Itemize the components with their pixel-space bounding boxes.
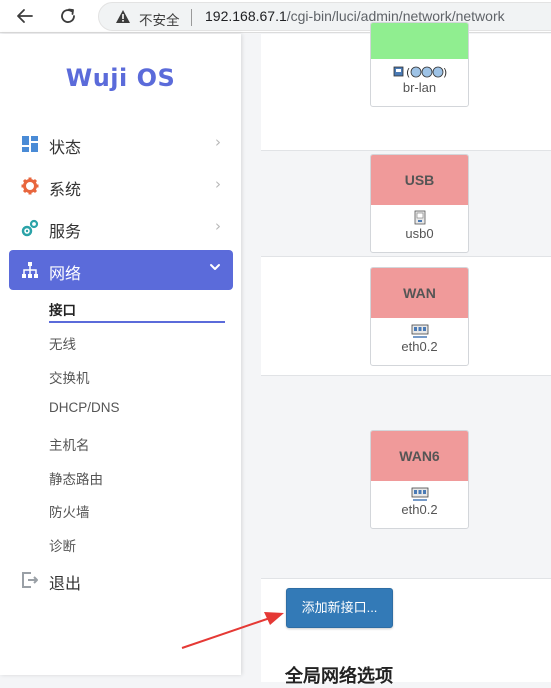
sidebar-item-system[interactable]: 系统 › [9, 166, 233, 206]
insecure-label: 不安全 [139, 13, 180, 28]
gear-icon [21, 177, 39, 195]
active-submenu-indicator [49, 321, 225, 323]
sidebar-item-logout[interactable]: 退出 [9, 560, 233, 600]
submenu-item-diagnostics[interactable]: 诊断 [49, 535, 76, 555]
address-separator [191, 9, 192, 26]
url-host: 192.168.67.1 [205, 8, 287, 24]
bridge-icon: ( ) [393, 66, 447, 79]
reload-button[interactable] [55, 4, 81, 28]
chevron-down-icon [209, 261, 221, 277]
dashboard-icon [22, 136, 38, 152]
svg-text:(: ( [406, 66, 410, 79]
device-label: eth0.2 [401, 502, 438, 517]
interface-name [371, 23, 468, 59]
global-options-section: 全局网络选项 [261, 652, 551, 686]
submenu-item-firewall[interactable]: 防火墙 [49, 501, 90, 521]
submenu-item-dhcp-dns[interactable]: DHCP/DNS [49, 400, 120, 415]
add-interface-button[interactable]: 添加新接口... [286, 588, 393, 628]
network-icon [22, 262, 38, 278]
sidebar-item-label: 退出 [49, 576, 82, 593]
ethernet-port-icon [411, 324, 428, 338]
global-options-title: 全局网络选项 [285, 666, 393, 686]
interface-name: WAN [371, 268, 468, 318]
interface-card-wan[interactable]: WAN eth0.2 [370, 267, 469, 366]
interface-device: usb0 [371, 210, 468, 252]
submenu-item-interfaces[interactable]: 接口 [49, 299, 76, 319]
chevron-right-icon: › [215, 217, 221, 235]
interface-name: USB [371, 155, 468, 205]
logout-icon [22, 572, 38, 588]
reload-icon [61, 8, 75, 23]
interface-device: eth0.2 [371, 323, 468, 365]
sidebar-item-services[interactable]: 服务 › [9, 208, 233, 248]
interface-card-wan6[interactable]: WAN6 eth0.2 [370, 430, 469, 529]
address-bar[interactable]: 不安全 192.168.67.1/cgi-bin/luci/admin/netw… [98, 2, 551, 31]
sidebar-item-label: 服务 [49, 224, 82, 241]
logo: Wuji OS [65, 64, 176, 92]
device-label: br-lan [402, 80, 437, 95]
row-divider [261, 375, 551, 376]
chevron-right-icon: › [215, 133, 221, 151]
sidebar-item-label: 网络 [49, 266, 82, 283]
device-label: eth0.2 [401, 339, 438, 354]
services-icon [21, 219, 39, 237]
sidebar-item-status[interactable]: 状态 › [9, 124, 233, 164]
row-divider [261, 256, 551, 257]
device-label: usb0 [405, 226, 434, 241]
sidebar: Wuji OS 状态 › 系统 › 服务 › 网络 接口 无线 交换机 DHCP… [0, 34, 241, 675]
ethernet-port-icon [411, 487, 428, 501]
back-button[interactable] [12, 4, 38, 28]
sidebar-item-network[interactable]: 网络 [9, 250, 233, 290]
submenu-item-hostnames[interactable]: 主机名 [49, 434, 90, 454]
submenu-item-switch[interactable]: 交换机 [49, 367, 90, 387]
arrow-left-icon [17, 9, 33, 23]
row-divider [261, 578, 551, 579]
submenu-item-wireless[interactable]: 无线 [49, 333, 76, 353]
interface-device: eth0.2 [371, 486, 468, 528]
row-divider [261, 150, 551, 151]
interface-card-lan[interactable]: ( ) br-lan [370, 22, 469, 107]
svg-text:): ) [443, 66, 447, 79]
interface-card-usb[interactable]: USB usb0 [370, 154, 469, 253]
chevron-right-icon: › [215, 175, 221, 193]
warning-icon [116, 10, 130, 23]
sidebar-item-label: 状态 [49, 140, 82, 157]
interface-name: WAN6 [371, 431, 468, 481]
interface-device: ( ) br-lan [371, 64, 468, 106]
submenu-item-static-routes[interactable]: 静态路由 [49, 468, 103, 488]
usb-device-icon [414, 210, 425, 225]
sidebar-item-label: 系统 [49, 182, 82, 199]
